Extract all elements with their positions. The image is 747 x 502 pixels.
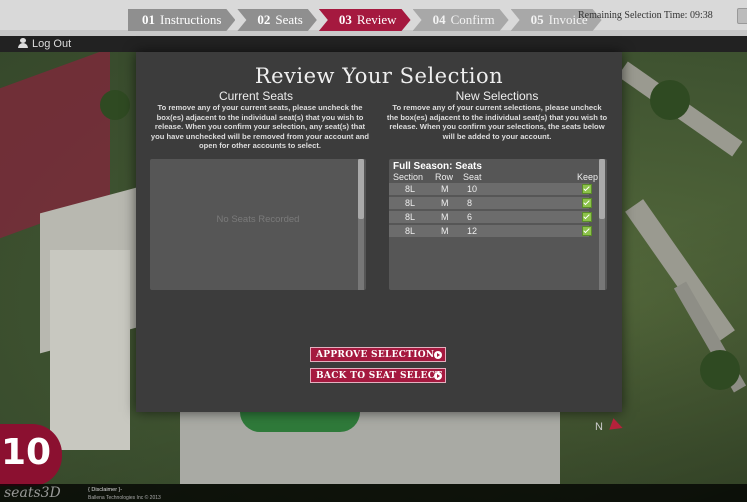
log-out-label: Log Out bbox=[32, 38, 72, 50]
row-section: 8L bbox=[405, 226, 416, 236]
seat-row: 8L M 10 bbox=[389, 183, 592, 195]
disclaimer-link[interactable]: { Disclaimer }- bbox=[88, 487, 122, 493]
page-title: Review Your Selection bbox=[254, 64, 504, 88]
seats3d-logo: seats3D bbox=[4, 485, 61, 501]
new-selections-instructions: To remove any of your current selections… bbox=[386, 103, 608, 141]
step-progress: 01 Instructions 02 Seats 03 Review 04 Confir… bbox=[128, 9, 604, 31]
column-section: Section bbox=[393, 172, 424, 182]
no-seats-message: No Seats Recorded bbox=[216, 214, 300, 225]
seat-row: 8L M 12 bbox=[389, 225, 592, 237]
back-to-seat-select-button[interactable]: BACK TO SEAT SELECT bbox=[310, 368, 446, 383]
row-seat: 12 bbox=[467, 226, 478, 236]
review-panel: Review Your Selection Current Seats To r… bbox=[136, 52, 622, 412]
keep-checkbox[interactable] bbox=[582, 226, 592, 236]
seat-row: 8L M 8 bbox=[389, 197, 592, 209]
step-seats[interactable]: 02 Seats bbox=[237, 9, 316, 31]
step-instructions[interactable]: 01 Instructions bbox=[128, 9, 235, 31]
approve-selection-button[interactable]: APPROVE SELECTION bbox=[310, 347, 446, 362]
selection-timer: Remaining Selection Time: 09:38 bbox=[578, 10, 713, 21]
row-section: 8L bbox=[405, 212, 416, 222]
step-badge: 10 bbox=[0, 424, 62, 486]
current-seats-instructions: To remove any of your current seats, ple… bbox=[150, 103, 370, 151]
step-confirm: 04 Confirm bbox=[413, 9, 509, 31]
new-selections-heading: New Selections bbox=[455, 89, 539, 103]
current-seats-list[interactable]: No Seats Recorded bbox=[150, 159, 366, 290]
keep-checkbox[interactable] bbox=[582, 184, 592, 194]
row-row: M bbox=[441, 212, 449, 222]
row-section: 8L bbox=[405, 184, 416, 194]
row-row: M bbox=[441, 226, 449, 236]
column-row: Row bbox=[435, 172, 454, 182]
new-selections-list[interactable]: Full Season: Seats Section Row Seat Keep… bbox=[389, 159, 607, 290]
row-seat: 10 bbox=[467, 184, 478, 194]
new-selections-scrollbar[interactable] bbox=[599, 159, 605, 290]
arrow-right-icon bbox=[434, 372, 442, 380]
season-group-label: Full Season: Seats bbox=[393, 161, 482, 172]
back-to-seat-select-label: BACK TO SEAT SELECT bbox=[316, 371, 443, 381]
row-row: M bbox=[441, 198, 449, 208]
compass: N bbox=[595, 418, 625, 434]
progress-header: 01 Instructions 02 Seats 03 Review 04 Confir… bbox=[0, 0, 747, 36]
column-seat: Seat bbox=[463, 172, 482, 182]
row-section: 8L bbox=[405, 198, 416, 208]
approve-selection-label: APPROVE SELECTION bbox=[316, 350, 435, 360]
row-seat: 8 bbox=[467, 198, 473, 208]
user-icon bbox=[18, 38, 28, 48]
column-keep: Keep bbox=[577, 172, 599, 182]
window-control-button[interactable] bbox=[737, 8, 747, 24]
current-seats-heading: Current Seats bbox=[218, 89, 294, 103]
arrow-right-icon bbox=[434, 351, 442, 359]
step-badge-number: 10 bbox=[0, 432, 52, 473]
keep-checkbox[interactable] bbox=[582, 198, 592, 208]
seat-row: 8L M 6 bbox=[389, 211, 592, 223]
row-row: M bbox=[441, 184, 449, 194]
keep-checkbox[interactable] bbox=[582, 212, 592, 222]
step-review[interactable]: 03 Review bbox=[319, 9, 411, 31]
compass-north-label: N bbox=[595, 421, 603, 433]
compass-needle-icon bbox=[609, 418, 625, 434]
row-seat: 6 bbox=[467, 212, 473, 222]
copyright-text: Ballena Technologies Inc © 2013 bbox=[88, 495, 161, 501]
log-out-link[interactable]: Log Out bbox=[18, 38, 71, 50]
user-bar bbox=[0, 36, 747, 52]
